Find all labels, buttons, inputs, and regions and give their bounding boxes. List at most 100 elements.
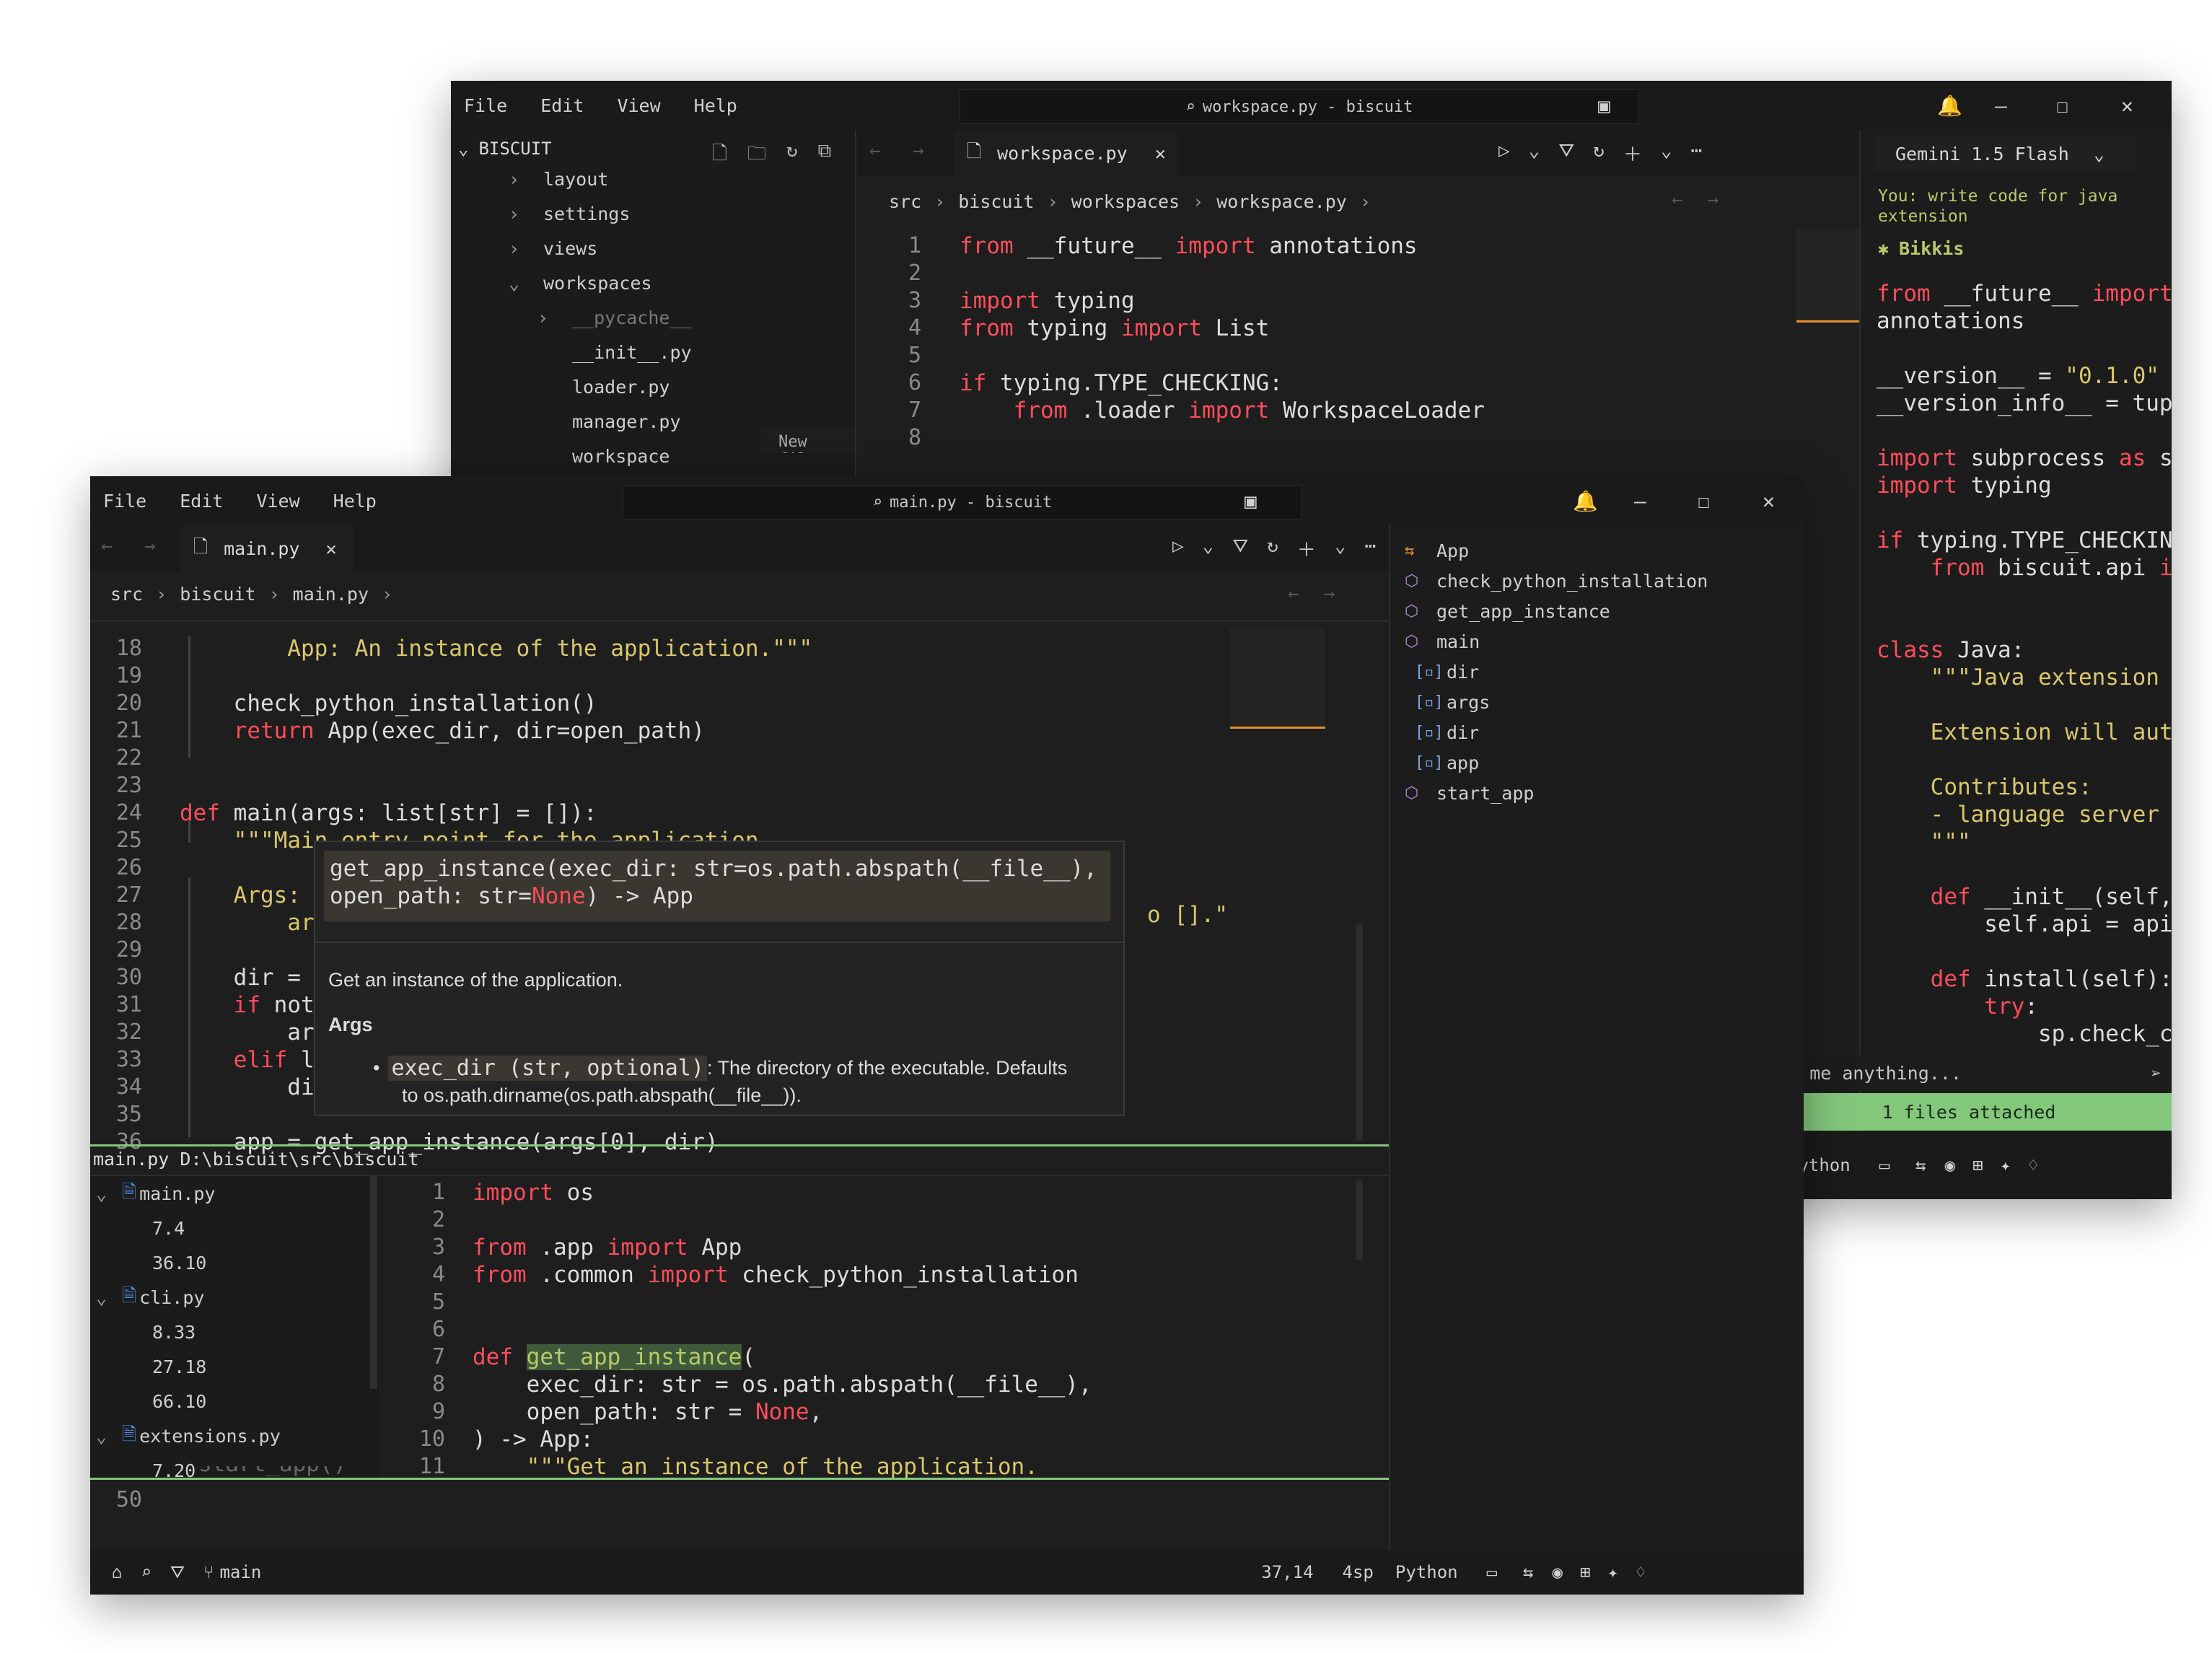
menu-edit[interactable]: Edit — [180, 491, 223, 512]
debug-icon[interactable]: ⛛ — [1558, 140, 1574, 167]
reference-location[interactable]: 8.33 — [96, 1315, 281, 1349]
home-icon[interactable]: ⌂ — [112, 1562, 122, 1582]
explorer-header[interactable]: ⌄ BISCUIT — [458, 139, 552, 159]
cursor-position[interactable]: 37,14 — [1261, 1562, 1313, 1582]
reference-file[interactable]: ⌄ 🗎 extensions.py — [96, 1419, 281, 1453]
reference-file[interactable]: ⌄ 🗎 main.py — [96, 1176, 281, 1211]
minimize-button[interactable]: — — [1995, 81, 2007, 130]
breadcrumb-item[interactable]: biscuit — [180, 584, 255, 605]
reference-file[interactable]: ⌄ 🗎 cli.py — [96, 1280, 281, 1315]
menu-file[interactable]: File — [103, 491, 146, 512]
breadcrumb-item[interactable]: biscuit — [958, 191, 1034, 212]
more-icon[interactable]: ⋯ — [1364, 535, 1376, 562]
close-tab-icon[interactable]: ✕ — [325, 538, 336, 559]
reference-location[interactable]: 36.10 — [96, 1245, 281, 1280]
forward-arrow-icon[interactable]: → — [144, 535, 156, 557]
scrollbar[interactable] — [1356, 924, 1363, 1140]
forward-arrow-icon[interactable]: → — [913, 140, 924, 162]
extensions-icon[interactable]: ⊞ — [1580, 1562, 1590, 1582]
run-icon[interactable]: ▷ — [1498, 140, 1510, 167]
menu-edit[interactable]: Edit — [540, 95, 584, 116]
github-icon[interactable]: ◉ — [1945, 1155, 1955, 1175]
search-icon[interactable]: ⌕ — [141, 1562, 151, 1582]
forward-arrow-icon[interactable]: → — [1324, 583, 1335, 605]
tab-main-py[interactable]: 🗋 main.py ✕ — [180, 525, 354, 571]
outline-item[interactable]: ⬡ check_python_installation — [1405, 566, 1708, 596]
back-arrow-icon[interactable]: ← — [1672, 189, 1683, 211]
add-icon[interactable]: ＋ — [1297, 535, 1316, 562]
reference-location[interactable]: 27.18 — [96, 1349, 281, 1384]
terminal-icon[interactable]: ▣ — [1598, 81, 1610, 130]
github-icon[interactable]: ◉ — [1553, 1562, 1563, 1582]
scrollbar[interactable] — [370, 1176, 377, 1389]
refresh-icon[interactable]: ↻ — [1267, 535, 1278, 562]
breadcrumb-item[interactable]: src — [110, 584, 143, 605]
breadcrumb-item[interactable]: src — [889, 191, 921, 212]
branch-name[interactable]: main — [219, 1562, 261, 1582]
command-palette[interactable]: ⌕ workspace.py - biscuit — [960, 89, 1639, 124]
extensions-icon[interactable]: ⊞ — [1972, 1155, 1983, 1175]
back-arrow-icon[interactable]: ← — [101, 535, 113, 557]
outline-item[interactable]: ⇆ App — [1405, 535, 1708, 566]
tab-workspace-py[interactable]: 🗋 workspace.py ✕ — [954, 130, 1177, 176]
scrollbar[interactable] — [1356, 1180, 1363, 1260]
tree-item[interactable]: manager.py — [509, 404, 692, 439]
chevron-down-icon[interactable]: ⌄ — [1529, 140, 1540, 167]
outline-item[interactable]: ⬡ get_app_instance — [1405, 596, 1708, 626]
minimap[interactable] — [1230, 628, 1325, 729]
code-editor[interactable]: from __future__ import annotations import… — [960, 232, 1485, 452]
terminal-icon[interactable]: ▣ — [1245, 476, 1257, 525]
sparkle-icon[interactable]: ✦ — [1607, 1562, 1618, 1582]
notification-icon[interactable]: 🔔 — [1573, 476, 1598, 525]
transfer-icon[interactable]: ⇆ — [1523, 1562, 1533, 1582]
panel-icon[interactable]: ▭ — [1487, 1562, 1497, 1582]
tree-item[interactable]: › layout — [509, 162, 692, 196]
reference-location[interactable]: 7.4 — [96, 1211, 281, 1245]
language-indicator[interactable]: Python — [1395, 1562, 1458, 1582]
maximize-button[interactable]: ☐ — [1698, 476, 1710, 525]
back-arrow-icon[interactable]: ← — [869, 140, 881, 162]
sparkle-icon[interactable]: ✦ — [2001, 1155, 2011, 1175]
refresh-icon[interactable]: ↻ — [786, 140, 798, 172]
outline-item[interactable]: ⬡ main — [1405, 626, 1708, 657]
outline-item[interactable]: ⬡ start_app — [1405, 778, 1708, 808]
refresh-icon[interactable]: ↻ — [1593, 140, 1605, 167]
menu-view[interactable]: View — [617, 95, 660, 116]
close-tab-icon[interactable]: ✕ — [1155, 143, 1166, 164]
tree-item[interactable]: __init__.py — [509, 335, 692, 369]
reference-location[interactable]: 66.10 — [96, 1384, 281, 1419]
ai-ask-input[interactable]: Ask me anything... ➢ — [1766, 1055, 2172, 1091]
indent-size[interactable]: 4sp — [1343, 1562, 1374, 1582]
outline-item[interactable]: [▫] app — [1405, 747, 1708, 778]
close-button[interactable]: ✕ — [2121, 81, 2133, 130]
menu-view[interactable]: View — [256, 491, 299, 512]
more-icon[interactable]: ⋯ — [1690, 140, 1702, 167]
menu-file[interactable]: File — [464, 95, 507, 116]
debug-icon[interactable]: ⛛ — [1232, 535, 1248, 562]
tree-item[interactable]: › settings — [509, 196, 692, 231]
chevron-down-icon[interactable]: ⌄ — [1203, 535, 1214, 562]
breadcrumb-item[interactable]: workspaces — [1071, 191, 1180, 212]
bell-icon[interactable]: ♢ — [1636, 1562, 1646, 1582]
transfer-icon[interactable]: ⇆ — [1915, 1155, 1926, 1175]
menu-help[interactable]: Help — [694, 95, 737, 116]
tree-item[interactable]: workspace — [509, 439, 692, 473]
maximize-button[interactable]: ☐ — [2056, 81, 2068, 130]
tree-item[interactable]: › __pycache__ — [509, 300, 692, 335]
outline-item[interactable]: [▫] args — [1405, 687, 1708, 717]
run-icon[interactable]: ▷ — [1172, 535, 1184, 562]
chevron-down-icon[interactable]: ⌄ — [1661, 140, 1672, 167]
chevron-down-icon[interactable]: ⌄ — [1335, 535, 1346, 562]
breadcrumb-item[interactable]: workspace.py — [1216, 191, 1347, 212]
collapse-all-icon[interactable]: ⧉ — [818, 140, 832, 172]
outline-item[interactable]: [▫] dir — [1405, 657, 1708, 687]
menu-help[interactable]: Help — [333, 491, 377, 512]
new-file-icon[interactable]: 🗋 — [712, 140, 727, 172]
forward-arrow-icon[interactable]: → — [1708, 189, 1719, 211]
minimize-button[interactable]: — — [1634, 476, 1646, 525]
tree-item[interactable]: ⌄ workspaces — [509, 266, 692, 300]
panel-icon[interactable]: ▭ — [1879, 1155, 1890, 1175]
attached-files-badge[interactable]: 1 files attached — [1766, 1093, 2172, 1131]
tree-item[interactable]: › views — [509, 231, 692, 266]
back-arrow-icon[interactable]: ← — [1288, 583, 1299, 605]
